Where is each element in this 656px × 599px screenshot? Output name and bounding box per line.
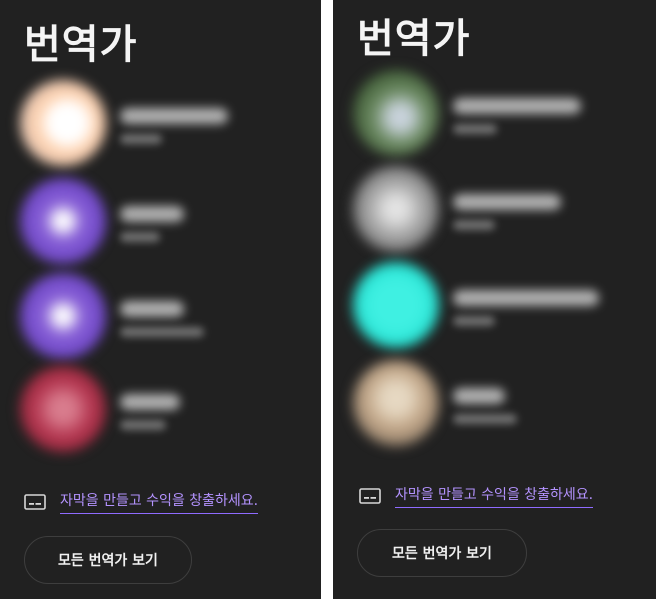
translator-item[interactable] <box>353 262 643 348</box>
create-subtitles-row[interactable]: 자막을 만들고 수익을 창출하세요. <box>359 484 594 508</box>
translator-count <box>120 134 162 144</box>
create-subtitles-link[interactable]: 자막을 만들고 수익을 창출하세요. <box>395 484 594 508</box>
translator-avatar <box>353 360 439 446</box>
translator-item[interactable] <box>353 360 643 446</box>
closed-caption-icon <box>359 488 381 504</box>
translators-panel-right: 번역가 자막을 만들고 수익을 창출하세요. 모든 번역가 보기 <box>333 0 656 599</box>
translator-name <box>120 206 184 222</box>
translator-item[interactable] <box>20 366 310 452</box>
translator-avatar <box>353 70 439 156</box>
translator-item[interactable] <box>20 178 310 264</box>
translator-avatar <box>20 273 106 359</box>
translator-count <box>120 327 204 337</box>
create-subtitles-row[interactable]: 자막을 만들고 수익을 창출하세요. <box>24 490 259 514</box>
translator-name <box>453 98 581 114</box>
translator-count <box>453 316 495 326</box>
translator-count <box>120 420 166 430</box>
translator-count <box>453 414 517 424</box>
translator-count <box>120 232 160 242</box>
closed-caption-icon <box>24 494 46 510</box>
section-title: 번역가 <box>24 21 138 68</box>
translator-avatar <box>353 262 439 348</box>
translator-name <box>453 290 599 306</box>
translator-avatar <box>353 166 439 252</box>
translator-name <box>453 194 561 210</box>
translator-count <box>453 124 497 134</box>
translator-name <box>120 394 180 410</box>
translator-item[interactable] <box>353 166 643 252</box>
translator-item[interactable] <box>20 273 310 359</box>
view-all-translators-button[interactable]: 모든 번역가 보기 <box>357 529 527 577</box>
translator-name <box>120 301 184 317</box>
translator-avatar <box>20 366 106 452</box>
section-title: 번역가 <box>357 15 471 62</box>
translator-count <box>453 220 495 230</box>
view-all-translators-button[interactable]: 모든 번역가 보기 <box>24 536 192 584</box>
translator-avatar <box>20 178 106 264</box>
translator-avatar <box>20 80 106 166</box>
create-subtitles-link[interactable]: 자막을 만들고 수익을 창출하세요. <box>60 490 259 514</box>
translator-name <box>120 108 228 124</box>
translator-item[interactable] <box>353 70 643 156</box>
translator-name <box>453 388 505 404</box>
translator-item[interactable] <box>20 80 310 166</box>
translators-panel-left: 번역가 자막을 만들고 수익을 창출하세요. 모든 번역가 보기 <box>0 0 321 599</box>
